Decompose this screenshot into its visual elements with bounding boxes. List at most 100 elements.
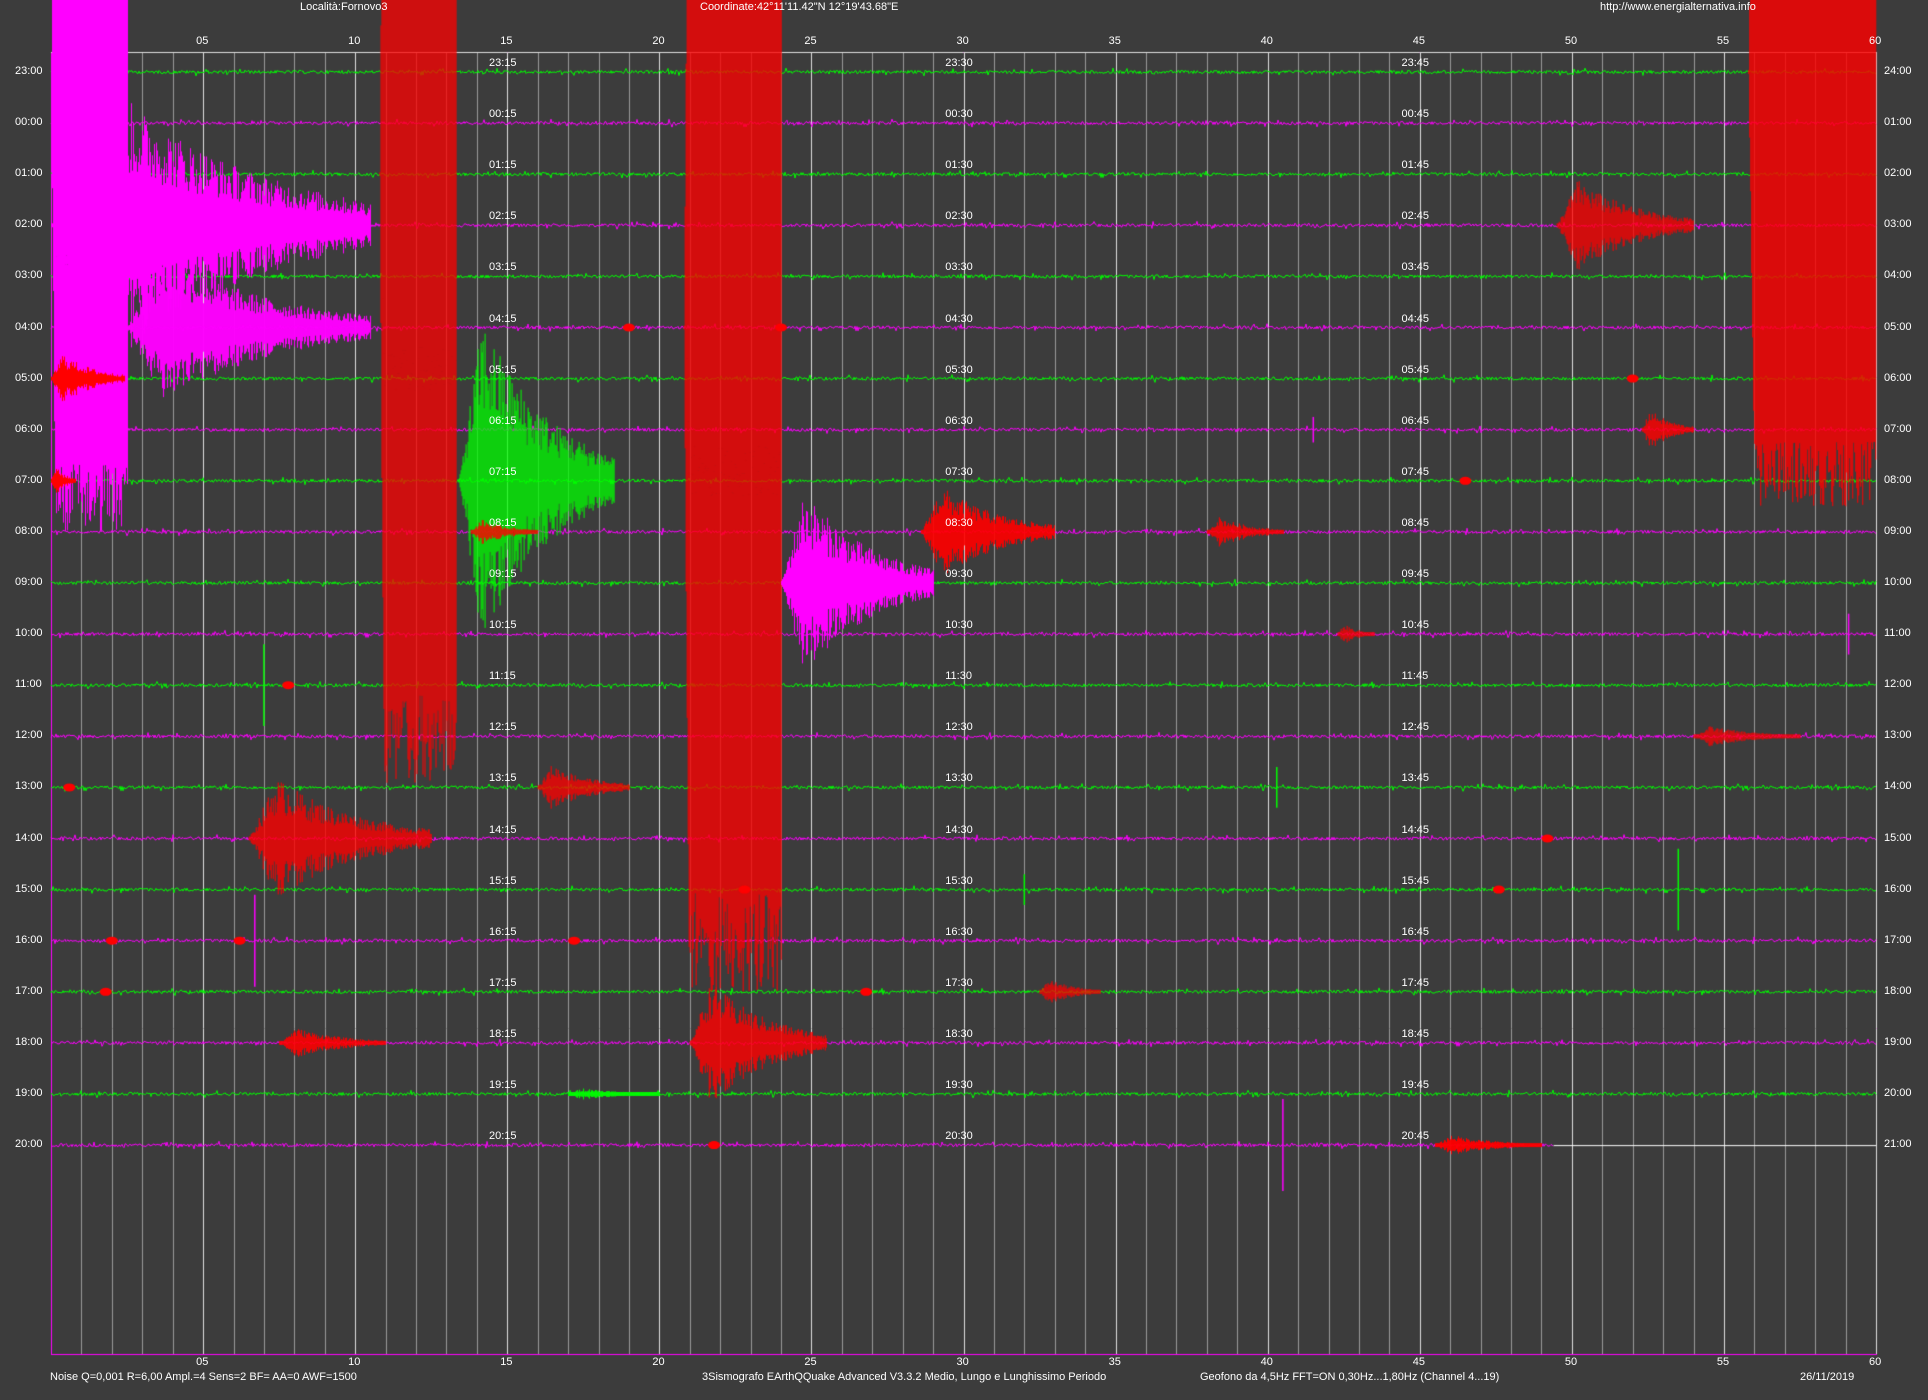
x-tick-bottom-label: 50 (1564, 1356, 1578, 1368)
row-label-15: 19:15 (489, 1079, 517, 1091)
row-label-45: 02:45 (1401, 210, 1430, 223)
row-label-45: 23:45 (1401, 57, 1430, 69)
row-label-15: 00:15 (489, 108, 517, 121)
row-label-left: 09:00 (15, 576, 43, 588)
software-label: 3Sismografo EArthQQuake Advanced V3.3.2 … (702, 1371, 1107, 1383)
row-label-30: 03:30 (945, 261, 973, 274)
row-label-left: 01:00 (15, 167, 43, 180)
date-label: 26/11/2019 (1800, 1371, 1855, 1383)
row-label-30: 13:30 (945, 772, 973, 785)
x-tick-top-label: 10 (348, 35, 361, 47)
row-label-left: 13:00 (15, 780, 43, 793)
x-tick-bottom-label: 15 (500, 1356, 513, 1368)
row-label-15: 09:15 (489, 568, 517, 580)
x-tick-top-label: 20 (652, 35, 665, 47)
row-label-right: 10:00 (1884, 576, 1912, 588)
row-label-30: 20:30 (945, 1130, 973, 1143)
row-label-30: 16:30 (945, 925, 973, 938)
x-tick-top-label: 45 (1412, 35, 1425, 47)
row-label-30: 11:30 (945, 670, 972, 683)
x-tick-bottom-label: 05 (196, 1356, 209, 1368)
sensor-label: Geofono da 4,5Hz FFT=ON 0,30Hz...1,80Hz … (1200, 1371, 1500, 1383)
row-label-45: 01:45 (1401, 159, 1430, 172)
coordinates-label: Coordinate:42°11'11.42"N 12°19'43.68"E (700, 1, 899, 13)
row-label-15: 11:15 (489, 670, 516, 683)
row-label-right: 12:00 (1884, 678, 1912, 691)
row-label-right: 16:00 (1884, 882, 1912, 895)
row-label-30: 12:30 (945, 721, 973, 734)
row-label-left: 04:00 (15, 320, 43, 333)
row-label-left: 16:00 (15, 933, 43, 946)
row-label-45: 08:45 (1401, 516, 1430, 529)
row-label-15: 14:15 (489, 823, 517, 836)
x-tick-bottom-label: 35 (1108, 1356, 1121, 1368)
row-label-45: 19:45 (1401, 1079, 1430, 1091)
row-label-right: 04:00 (1884, 269, 1912, 282)
x-tick-top-label: 15 (500, 35, 513, 47)
row-label-right: 05:00 (1884, 320, 1912, 333)
x-tick-top-label: 60 (1869, 35, 1882, 47)
row-label-left: 12:00 (15, 729, 43, 742)
x-tick-bottom-label: 20 (652, 1356, 665, 1368)
x-tick-top-label: 05 (196, 35, 209, 47)
x-tick-top-label: 30 (956, 35, 969, 47)
row-label-right: 03:00 (1884, 218, 1912, 231)
row-label-30: 00:30 (945, 108, 973, 121)
row-label-15: 06:15 (489, 414, 517, 427)
row-label-15: 05:15 (489, 363, 517, 376)
row-label-45: 16:45 (1401, 925, 1430, 938)
x-tick-top-label: 40 (1260, 35, 1273, 47)
row-label-45: 12:45 (1401, 721, 1430, 734)
row-label-15: 20:15 (489, 1130, 517, 1143)
row-label-45: 17:45 (1401, 976, 1430, 989)
website-link[interactable]: http://www.energialternativa.info (1600, 1, 1756, 13)
row-label-45: 03:45 (1401, 261, 1430, 274)
row-label-45: 09:45 (1401, 568, 1430, 580)
row-label-right: 08:00 (1884, 473, 1912, 486)
row-label-right: 18:00 (1884, 984, 1912, 997)
row-label-right: 19:00 (1884, 1035, 1912, 1048)
row-label-left: 14:00 (15, 831, 43, 844)
row-label-45: 00:45 (1401, 108, 1430, 121)
x-tick-bottom-label: 60 (1869, 1356, 1882, 1368)
row-label-30: 07:30 (945, 465, 973, 478)
x-tick-bottom-label: 30 (956, 1356, 969, 1368)
row-label-right: 09:00 (1884, 524, 1912, 537)
row-label-right: 24:00 (1884, 65, 1912, 77)
row-label-left: 19:00 (15, 1087, 43, 1099)
x-tick-bottom-label: 25 (804, 1356, 817, 1368)
row-label-15: 12:15 (489, 721, 517, 734)
row-label-45: 04:45 (1401, 312, 1430, 325)
row-label-30: 01:30 (945, 159, 973, 172)
row-label-45: 13:45 (1401, 772, 1430, 785)
row-label-left: 20:00 (15, 1138, 43, 1151)
row-label-right: 14:00 (1884, 780, 1912, 793)
row-label-15: 17:15 (489, 976, 517, 989)
row-label-45: 05:45 (1401, 363, 1430, 376)
row-label-left: 00:00 (15, 116, 43, 129)
row-label-right: 21:00 (1884, 1138, 1912, 1151)
row-label-15: 10:15 (489, 619, 517, 632)
row-label-left: 18:00 (15, 1035, 43, 1048)
row-label-left: 15:00 (15, 882, 43, 895)
row-label-30: 06:30 (945, 414, 973, 427)
row-label-left: 02:00 (15, 218, 43, 231)
row-label-45: 07:45 (1401, 465, 1430, 478)
row-label-right: 17:00 (1884, 933, 1912, 946)
row-label-30: 15:30 (945, 874, 973, 887)
row-label-left: 10:00 (15, 627, 43, 640)
row-label-30: 04:30 (945, 312, 973, 325)
x-tick-bottom-label: 10 (348, 1356, 361, 1368)
row-label-45: 14:45 (1401, 823, 1430, 836)
row-label-15: 23:15 (489, 57, 517, 69)
row-label-15: 03:15 (489, 261, 517, 274)
row-label-30: 18:30 (945, 1027, 973, 1040)
row-label-right: 11:00 (1884, 627, 1911, 640)
settings-label: Noise Q=0,001 R=6,00 Ampl.=4 Sens=2 BF= … (50, 1371, 357, 1383)
row-label-right: 01:00 (1884, 116, 1912, 129)
row-label-30: 09:30 (945, 568, 973, 580)
x-tick-top-label: 25 (804, 35, 817, 47)
row-label-15: 07:15 (489, 465, 517, 478)
row-label-30: 19:30 (945, 1079, 973, 1091)
row-label-right: 02:00 (1884, 167, 1912, 180)
